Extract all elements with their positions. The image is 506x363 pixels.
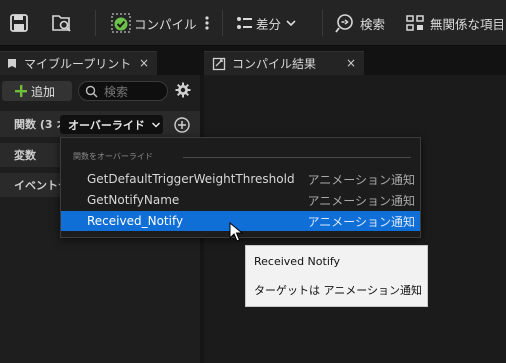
search-label: 検索	[360, 16, 386, 32]
menu-item-name: Received_Notify	[87, 214, 184, 228]
override-dropdown[interactable]: オーバーライド	[60, 115, 163, 134]
plus-circle-icon	[174, 117, 190, 133]
compile-options-button[interactable]	[203, 0, 211, 46]
kebab-menu-icon	[205, 16, 209, 30]
variables-label: 変数	[14, 149, 36, 162]
diff-label: 差分	[256, 16, 282, 32]
main-toolbar: コンパイル 差分 検索 無関係な項目	[0, 0, 506, 46]
tab-compile-results-label: コンパイル結果	[232, 57, 317, 71]
panel-tab-row: マイブループリント × コンパイル結果 ×	[0, 47, 506, 75]
blueprint-search-input[interactable]: 検索	[78, 81, 168, 101]
gear-icon	[175, 82, 191, 98]
compile-results-tab-icon	[212, 57, 226, 71]
menu-item-target: アニメーション通知	[307, 172, 415, 187]
add-function-button[interactable]	[173, 116, 191, 137]
diff-button[interactable]: 差分	[234, 0, 297, 46]
override-dropdown-label: オーバーライド	[68, 118, 145, 132]
close-icon[interactable]: ×	[139, 56, 149, 70]
close-icon[interactable]: ×	[346, 56, 356, 70]
tab-my-blueprint[interactable]: マイブループリント ×	[0, 51, 157, 75]
hide-unrelated-button[interactable]: 無関係な項目	[404, 0, 505, 46]
my-blueprint-tab-icon	[8, 59, 16, 68]
toolbar-separator	[322, 10, 323, 36]
override-menu-divider	[183, 157, 411, 158]
search-button[interactable]: 検索	[334, 0, 385, 46]
find-icon	[335, 14, 353, 33]
save-button[interactable]	[8, 0, 30, 46]
menu-item-target: アニメーション通知	[307, 193, 415, 208]
menu-item[interactable]: GetNotifyName アニメーション通知	[61, 190, 420, 210]
hide-unrelated-icon	[406, 15, 424, 31]
menu-item-name: GetNotifyName	[87, 193, 180, 207]
compile-check-icon	[111, 13, 131, 33]
override-menu-header: 関数をオーバーライド	[73, 152, 153, 161]
chevron-down-icon	[286, 20, 296, 27]
diff-icon	[237, 17, 252, 29]
hide-unrelated-label: 無関係な項目	[430, 16, 506, 32]
tooltip-target: ターゲットは アニメーション通知	[254, 284, 423, 297]
menu-item-name: GetDefaultTriggerWeightThreshold	[87, 172, 295, 186]
menu-item[interactable]: GetDefaultTriggerWeightThreshold アニメーション…	[61, 169, 420, 189]
search-icon	[85, 85, 98, 98]
search-placeholder: 検索	[104, 84, 129, 99]
compile-label: コンパイル	[134, 16, 197, 32]
mouse-cursor-icon	[229, 222, 244, 242]
browse-button[interactable]	[50, 0, 74, 46]
tooltip: Received Notify ターゲットは アニメーション通知	[245, 245, 428, 307]
tab-compile-results[interactable]: コンパイル結果 ×	[204, 51, 364, 75]
compile-button[interactable]: コンパイル	[110, 0, 197, 46]
toolbar-separator	[95, 10, 96, 36]
chevron-down-icon	[151, 121, 160, 128]
add-button[interactable]: 追加	[2, 81, 72, 101]
settings-button[interactable]	[174, 81, 192, 102]
tab-my-blueprint-label: マイブループリント	[24, 57, 132, 71]
toolbar-separator	[222, 10, 223, 36]
folder-search-icon	[52, 15, 71, 32]
plus-icon	[15, 85, 27, 97]
add-button-label: 追加	[31, 84, 56, 99]
menu-item-target: アニメーション通知	[307, 214, 415, 229]
save-icon	[10, 14, 28, 32]
tooltip-title: Received Notify	[254, 255, 341, 268]
